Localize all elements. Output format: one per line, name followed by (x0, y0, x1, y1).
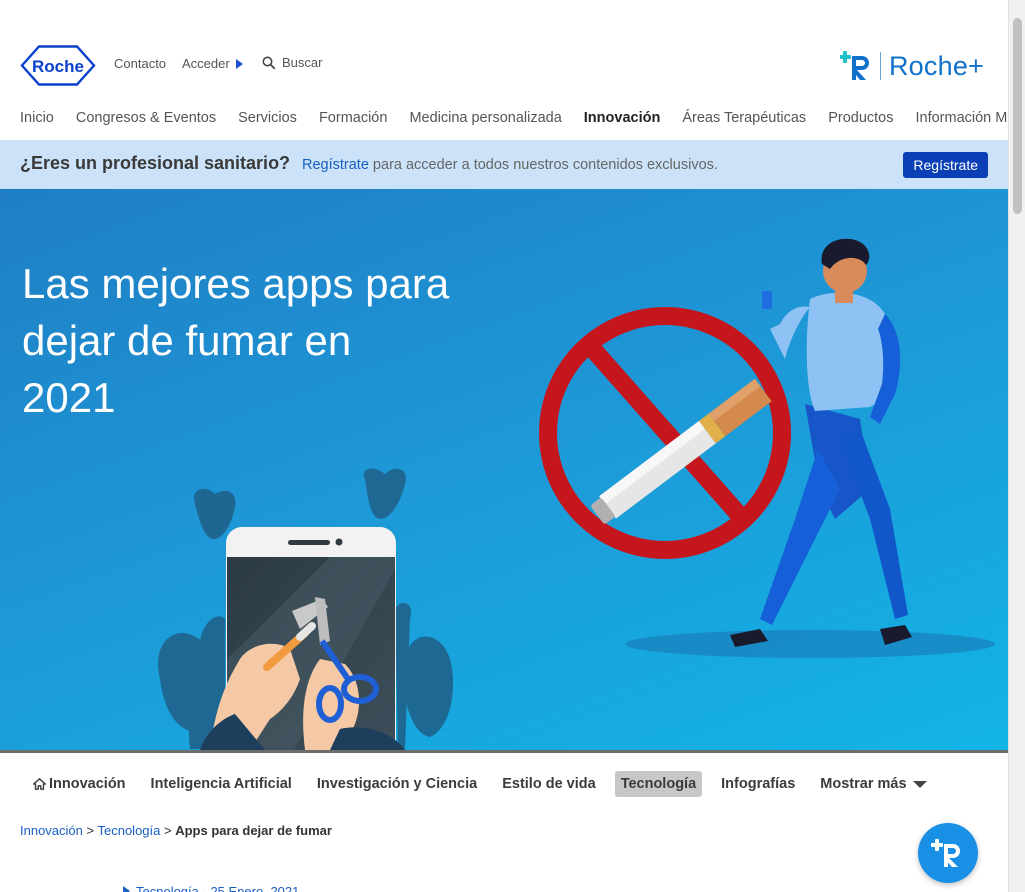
vertical-scrollbar[interactable] (1008, 0, 1025, 892)
subnav-item-innovacion[interactable]: Innovación (33, 776, 126, 792)
subnav-item-tecnologia[interactable]: Tecnología (614, 771, 703, 797)
roche-logo-text: Roche (32, 57, 84, 76)
article-category[interactable]: Tecnología (136, 884, 199, 892)
nav-item-areas-terapeuticas[interactable]: Áreas Terapéuticas (682, 110, 806, 126)
subnav-label-innovacion: Innovación (49, 776, 126, 792)
hero-title: Las mejores apps para dejar de fumar en 20… (22, 255, 482, 426)
nav-item-servicios[interactable]: Servicios (238, 110, 297, 126)
article-meta: Tecnología - 25 Enero, 2021 (123, 884, 299, 892)
hero-title-line3: 2021 (22, 374, 116, 421)
rocheplus-icon (931, 839, 960, 867)
subnav-item-inteligencia-artificial[interactable]: Inteligencia Artificial (151, 776, 292, 792)
hero-banner: Las mejores apps para dejar de fumar en 20… (0, 189, 1008, 750)
nav-item-medicina-personalizada[interactable]: Medicina personalizada (409, 110, 561, 126)
nav-item-innovacion[interactable]: Innovación (584, 110, 661, 126)
section-subnav: Innovación Inteligencia Artificial Inves… (33, 771, 952, 797)
arrow-right-icon (235, 58, 243, 69)
subnav-more-button[interactable]: Mostrar más (820, 776, 927, 792)
page: Roche Contacto Acceder Buscar Roche+ Ini… (0, 0, 1008, 892)
rocheplus-text: Roche+ (888, 50, 984, 81)
professional-text-body: para acceder a todos nuestros contenidos… (368, 157, 718, 173)
nav-item-congresos[interactable]: Congresos & Eventos (76, 110, 216, 126)
hero-title-line1: Las mejores apps para (22, 260, 450, 307)
rocheplus-divider (879, 52, 881, 80)
search-icon (262, 56, 276, 69)
subnav-item-estilo-de-vida[interactable]: Estilo de vida (502, 776, 595, 792)
breadcrumb-separator: > (160, 823, 176, 838)
header: Roche Contacto Acceder Buscar Roche+ (0, 40, 1008, 92)
professional-text: Regístrate para acceder a todos nuestros… (302, 157, 718, 173)
breadcrumb-separator: > (82, 823, 98, 838)
article-date: 25 Enero, 2021 (210, 884, 300, 892)
nav-item-informacion-medica[interactable]: Información Médica (915, 110, 1008, 126)
home-icon (33, 778, 46, 790)
register-button[interactable]: Regístrate (903, 152, 988, 178)
rocheplus-mark-icon (839, 51, 869, 80)
professional-banner: ¿Eres un profesional sanitario? Regístra… (0, 140, 1008, 189)
breadcrumb-current: Apps para dejar de fumar (175, 823, 332, 838)
subnav-item-infografias[interactable]: Infografías (721, 776, 795, 792)
breadcrumb-tecnologia[interactable]: Tecnología (97, 823, 160, 838)
scrollbar-thumb[interactable] (1013, 18, 1022, 214)
breadcrumb: Innovación > Tecnología > Apps para deja… (20, 823, 332, 838)
search-label: Buscar (282, 55, 323, 70)
nav-item-productos[interactable]: Productos (828, 110, 893, 126)
subnav-more-label: Mostrar más (820, 776, 907, 792)
hero-title-line2: dejar de fumar en (22, 317, 352, 364)
professional-question: ¿Eres un profesional sanitario? (20, 153, 291, 173)
rocheplus-floating-button[interactable] (918, 823, 978, 883)
contacto-link[interactable]: Contacto (114, 56, 166, 71)
subnav-item-investigacion-ciencia[interactable]: Investigación y Ciencia (317, 776, 477, 792)
caret-down-icon (912, 780, 927, 788)
hero-divider (0, 750, 1008, 753)
arrow-right-icon (123, 886, 130, 892)
main-nav: Inicio Congresos & Eventos Servicios For… (20, 110, 1008, 126)
rocheplus-logo[interactable]: Roche+ (839, 48, 984, 84)
roche-logo[interactable]: Roche (20, 45, 96, 86)
register-link[interactable]: Regístrate (302, 157, 369, 173)
breadcrumb-innovacion[interactable]: Innovación (20, 823, 83, 838)
acceder-label: Acceder (182, 56, 230, 71)
nav-item-formacion[interactable]: Formación (319, 110, 388, 126)
acceder-link[interactable]: Acceder (182, 56, 243, 71)
search-button[interactable]: Buscar (262, 55, 322, 70)
nav-item-inicio[interactable]: Inicio (20, 110, 54, 126)
